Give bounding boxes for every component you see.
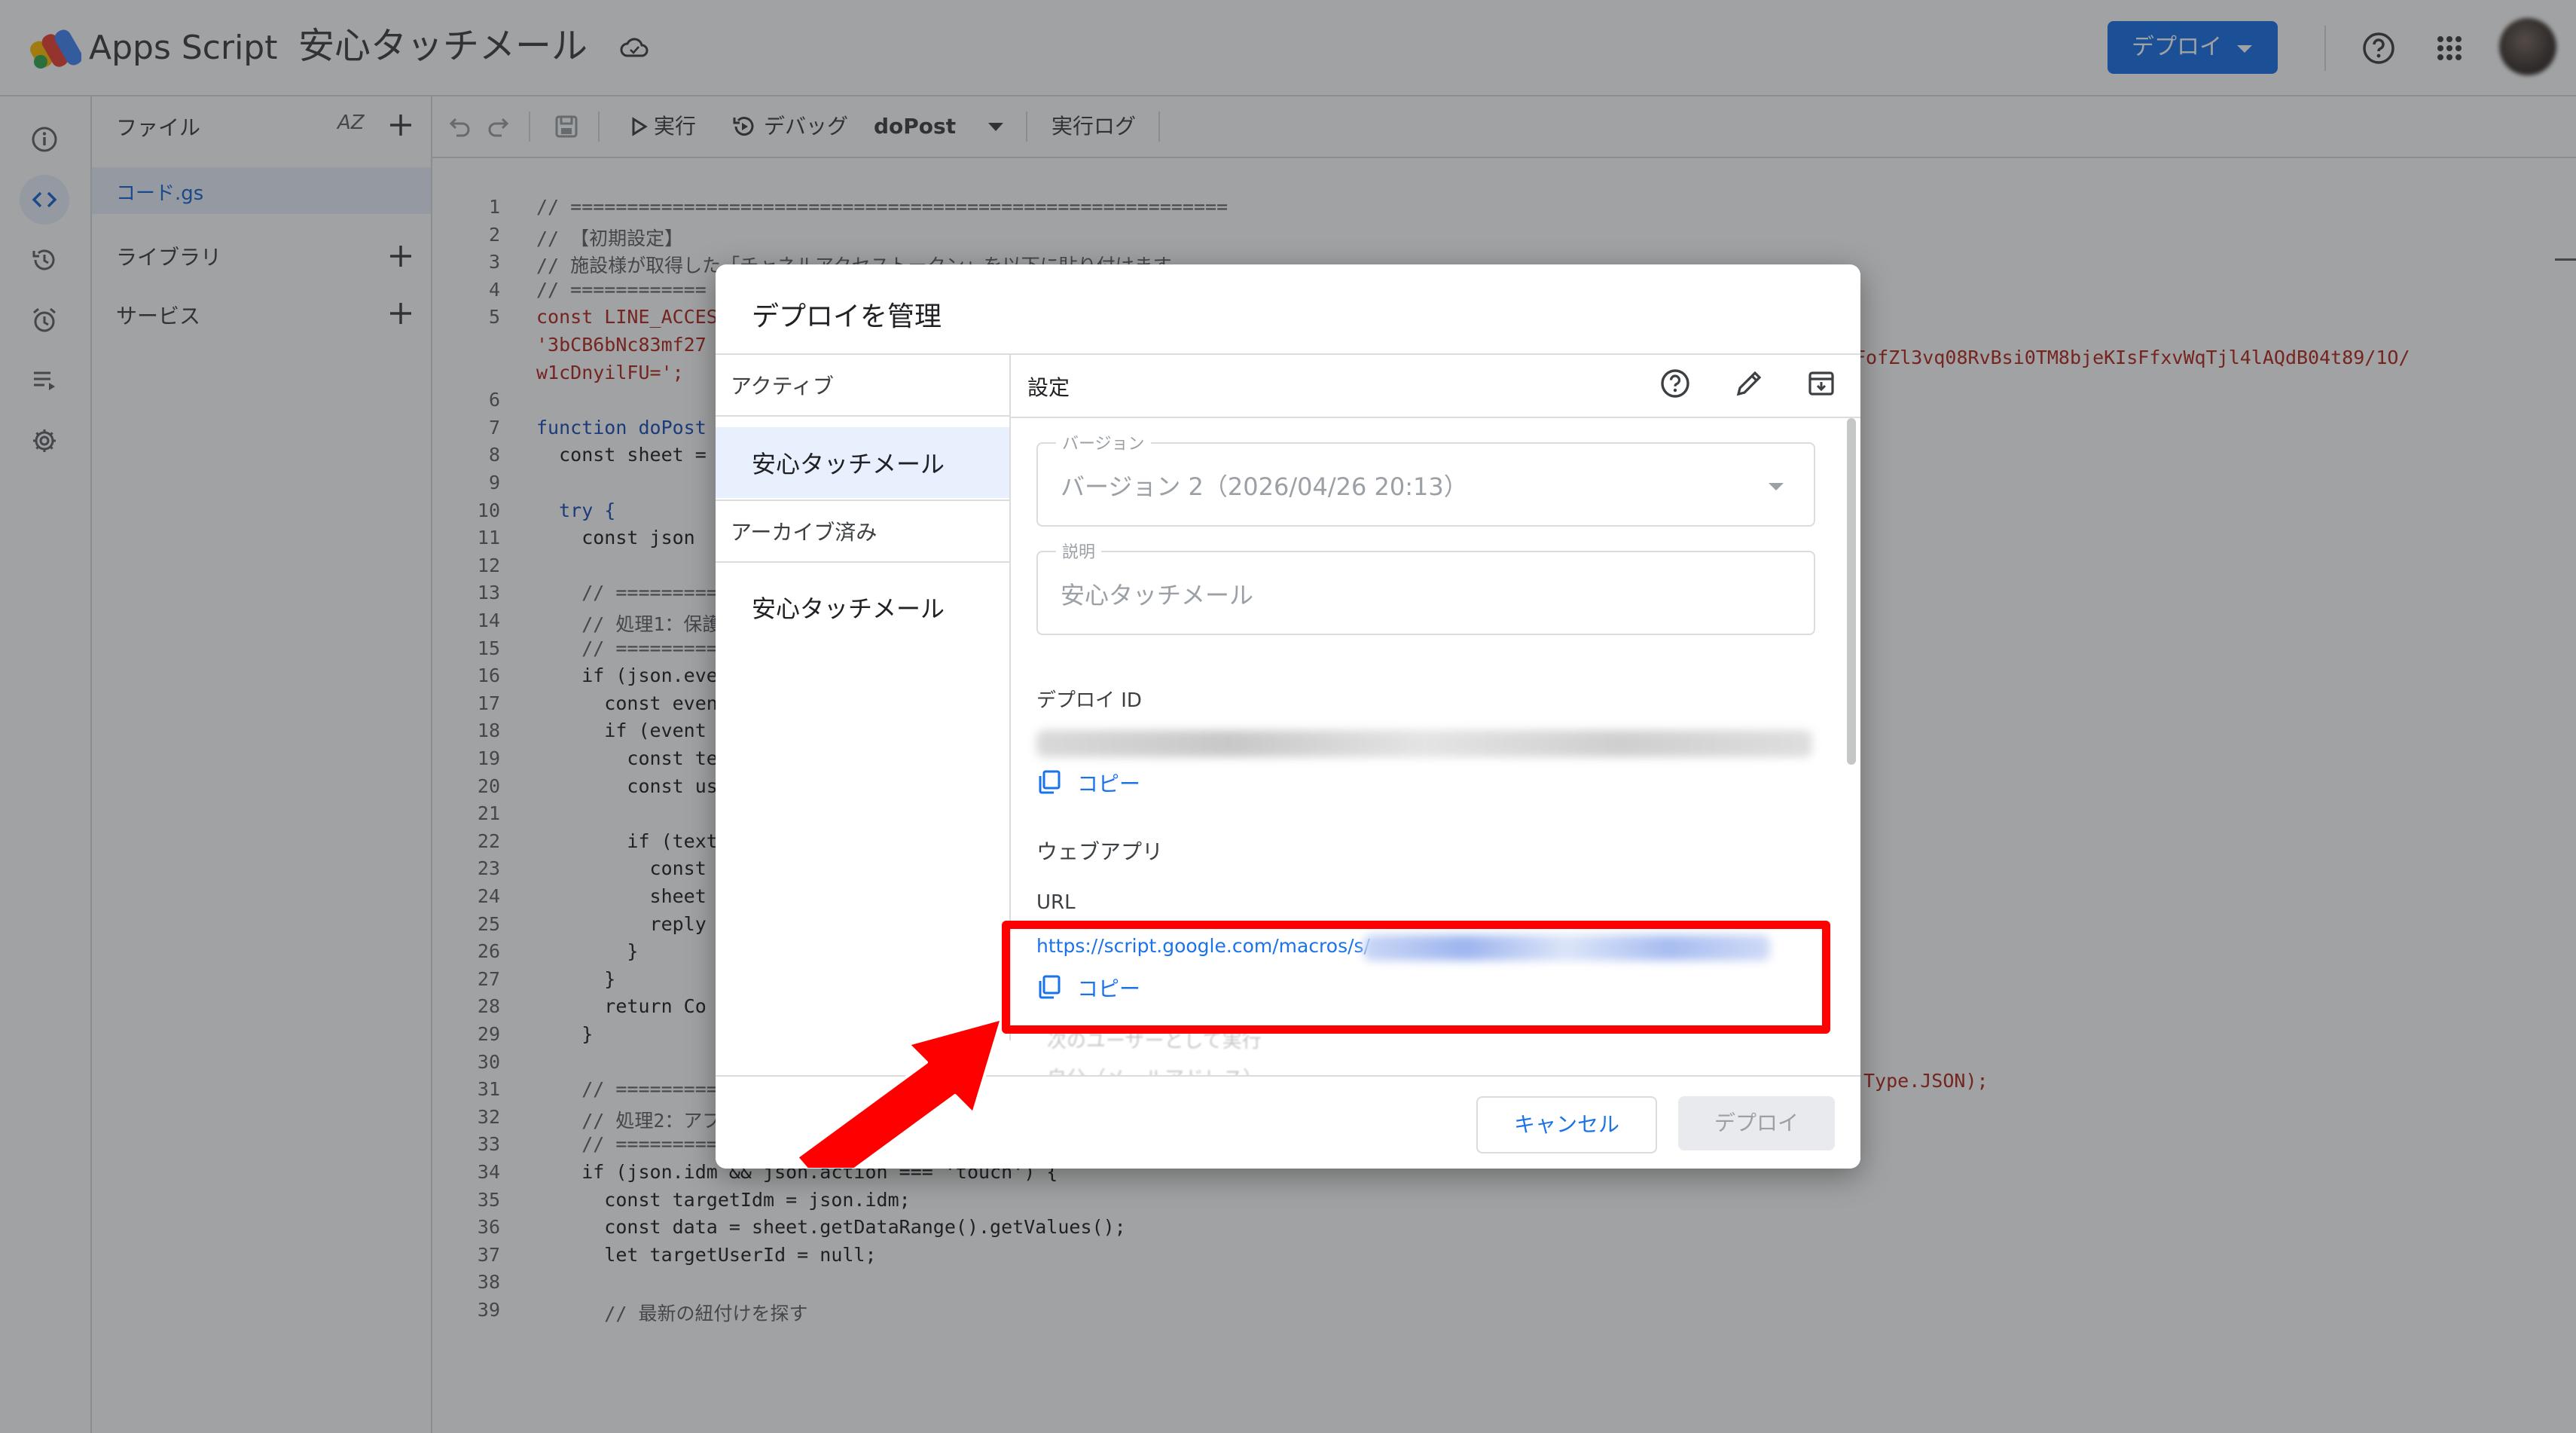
url-label: URL xyxy=(1036,891,1076,914)
scrollbar-thumb[interactable] xyxy=(1847,418,1856,765)
version-select[interactable]: バージョン バージョン 2（2026/04/26 20:13） xyxy=(1036,430,1815,527)
description-legend: 説明 xyxy=(1056,539,1102,563)
deployment-name: 安心タッチメール xyxy=(752,450,945,478)
cancel-button[interactable]: キャンセル xyxy=(1476,1096,1657,1153)
active-deployment-item[interactable]: 安心タッチメール xyxy=(716,427,1009,498)
version-value: バージョン 2（2026/04/26 20:13） xyxy=(1061,472,1468,501)
copy-icon xyxy=(1039,770,1061,794)
deployment-name: 安心タッチメール xyxy=(752,594,945,623)
deploy-id-value-redacted xyxy=(1036,730,1812,757)
active-section-label: アクティブ xyxy=(731,374,834,399)
copy-label: コピー xyxy=(1077,771,1141,796)
dialog-title: デプロイを管理 xyxy=(752,301,942,332)
version-legend: バージョン xyxy=(1056,430,1151,454)
apps-script-editor: Apps Script 安心タッチメール デプロイ ファイル AZ コード.gs… xyxy=(0,0,2576,1433)
highlight-box xyxy=(1002,921,1830,1034)
divider xyxy=(716,415,1009,417)
divider xyxy=(1011,417,1860,418)
deploy-button-disabled[interactable]: デプロイ xyxy=(1678,1096,1835,1150)
edit-pencil-icon[interactable] xyxy=(1732,367,1766,400)
description-value: 安心タッチメール xyxy=(1061,581,1254,610)
help-icon[interactable] xyxy=(1659,367,1692,400)
chevron-down-icon xyxy=(1769,483,1784,490)
copy-deploy-id-button[interactable]: コピー xyxy=(1036,766,1187,799)
webapp-label: ウェブアプリ xyxy=(1036,839,1164,864)
pointer-arrow-icon xyxy=(795,1017,1002,1168)
archived-section-label: アーカイブ済み xyxy=(731,520,877,545)
divider xyxy=(716,561,1009,563)
archived-deployment-item[interactable]: 安心タッチメール xyxy=(716,572,1009,643)
divider xyxy=(716,500,1009,501)
deploy-id-label: デプロイ ID xyxy=(1036,689,1142,712)
archive-icon[interactable] xyxy=(1805,367,1838,400)
description-field[interactable]: 説明 安心タッチメール xyxy=(1036,539,1815,635)
divider xyxy=(716,353,1860,355)
settings-label: 設定 xyxy=(1027,375,1070,400)
